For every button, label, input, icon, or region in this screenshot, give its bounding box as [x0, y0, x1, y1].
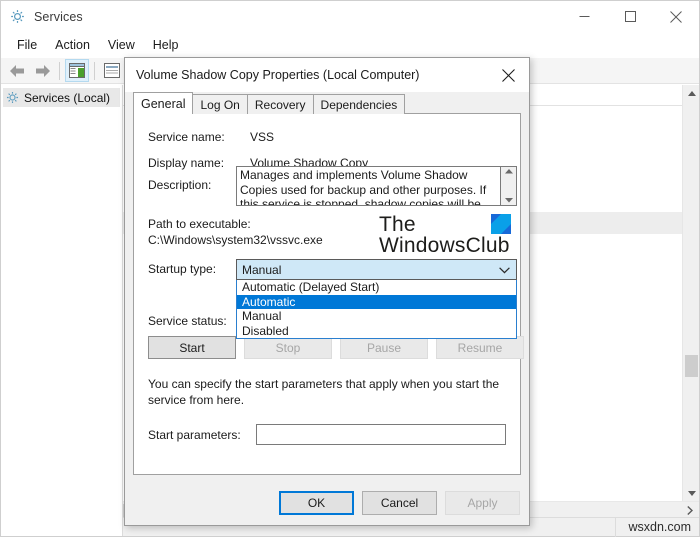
start-button[interactable]: Start	[148, 336, 236, 359]
scroll-up-icon[interactable]	[683, 85, 700, 102]
window-title: Services	[34, 10, 83, 24]
tab-dependencies[interactable]: Dependencies	[313, 94, 406, 114]
display-name-label: Display name:	[148, 156, 250, 170]
dialog-tabs: General Log On Recovery Dependencies	[125, 92, 529, 114]
path-value-row: C:\Windows\system32\vssvc.exe	[148, 233, 323, 247]
services-gear-icon	[6, 91, 19, 104]
path-to-executable-value: C:\Windows\system32\vssvc.exe	[148, 233, 323, 247]
service-name-value: VSS	[250, 130, 274, 144]
toolbar-separator	[59, 62, 60, 80]
description-label: Description:	[148, 178, 250, 192]
toolbar-separator	[94, 62, 95, 80]
cancel-button[interactable]: Cancel	[362, 491, 437, 515]
tab-log-on[interactable]: Log On	[192, 94, 247, 114]
tab-recovery[interactable]: Recovery	[247, 94, 314, 114]
dropdown-option[interactable]: Disabled	[237, 324, 516, 339]
apply-button: Apply	[445, 491, 520, 515]
description-row: Description:	[148, 178, 250, 192]
dialog-close-icon[interactable]	[487, 58, 529, 92]
startup-type-label: Startup type:	[148, 262, 216, 276]
menu-action[interactable]: Action	[46, 36, 99, 54]
console-tree-pane: Services (Local)	[1, 85, 123, 536]
start-parameters-help-text: You can specify the start parameters tha…	[148, 376, 506, 408]
start-parameters-label: Start parameters:	[148, 428, 241, 442]
tree-item-label: Services (Local)	[24, 91, 110, 105]
windowsclub-watermark: The WindowsClub	[379, 214, 539, 258]
startup-type-value: Manual	[242, 263, 281, 277]
service-name-row: Service name: VSS	[148, 130, 274, 144]
service-status-label: Service status:	[148, 314, 250, 328]
description-textbox[interactable]: Manages and implements Volume Shadow Cop…	[236, 166, 501, 206]
general-tab-page: Service name: VSS Display name: Volume S…	[133, 114, 521, 475]
service-properties-dialog: Volume Shadow Copy Properties (Local Com…	[124, 57, 530, 526]
service-control-buttons: Start Stop Pause Resume	[148, 336, 524, 359]
menu-help[interactable]: Help	[144, 36, 188, 54]
vertical-scroll-thumb[interactable]	[685, 355, 698, 377]
page-watermark: wsxdn.com	[615, 518, 699, 537]
windowsclub-logo-icon	[491, 214, 511, 234]
startup-type-dropdown-list[interactable]: Automatic (Delayed Start)AutomaticManual…	[236, 280, 517, 339]
start-parameters-input[interactable]	[256, 424, 506, 445]
dialog-titlebar: Volume Shadow Copy Properties (Local Com…	[125, 58, 529, 92]
properties-icon[interactable]	[100, 59, 124, 82]
menu-bar: File Action View Help	[1, 32, 699, 58]
screen: Services File Action View Help	[0, 0, 700, 537]
dialog-title: Volume Shadow Copy Properties (Local Com…	[125, 68, 419, 82]
list-vertical-scrollbar[interactable]	[682, 85, 699, 502]
ok-button[interactable]: OK	[279, 491, 354, 515]
pause-button: Pause	[340, 336, 428, 359]
window-controls	[561, 1, 699, 32]
menu-view[interactable]: View	[99, 36, 144, 54]
minimize-button[interactable]	[561, 1, 607, 32]
start-parameters-row: Start parameters:	[148, 424, 506, 445]
back-arrow-icon[interactable]	[5, 59, 29, 82]
close-button[interactable]	[653, 1, 699, 32]
tree-item-services-local[interactable]: Services (Local)	[3, 88, 120, 107]
window-titlebar: Services	[1, 1, 699, 32]
dropdown-option[interactable]: Manual	[237, 309, 516, 324]
scroll-down-icon	[505, 198, 513, 203]
dropdown-option[interactable]: Automatic (Delayed Start)	[237, 280, 516, 295]
startup-type-combobox[interactable]: Manual	[236, 259, 517, 280]
services-gear-icon	[10, 9, 26, 25]
description-scrollbar[interactable]	[501, 166, 517, 206]
menu-file[interactable]: File	[8, 36, 46, 54]
scroll-up-icon	[505, 169, 513, 174]
forward-arrow-icon[interactable]	[30, 59, 54, 82]
path-to-executable-label: Path to executable:	[148, 217, 251, 231]
stop-button: Stop	[244, 336, 332, 359]
startup-type-row: Startup type:	[148, 262, 216, 276]
service-name-label: Service name:	[148, 130, 250, 144]
chevron-down-icon	[499, 260, 510, 281]
tab-general[interactable]: General	[133, 92, 193, 114]
watermark-line-1: The	[379, 214, 539, 235]
show-hide-console-tree-icon[interactable]	[65, 59, 89, 82]
maximize-button[interactable]	[607, 1, 653, 32]
watermark-line-2: WindowsClub	[379, 235, 539, 257]
scroll-down-icon[interactable]	[683, 485, 700, 502]
dropdown-option[interactable]: Automatic	[237, 295, 516, 310]
dialog-footer-buttons: OK Cancel Apply	[279, 491, 520, 515]
resume-button: Resume	[436, 336, 524, 359]
path-label-row: Path to executable:	[148, 217, 251, 231]
